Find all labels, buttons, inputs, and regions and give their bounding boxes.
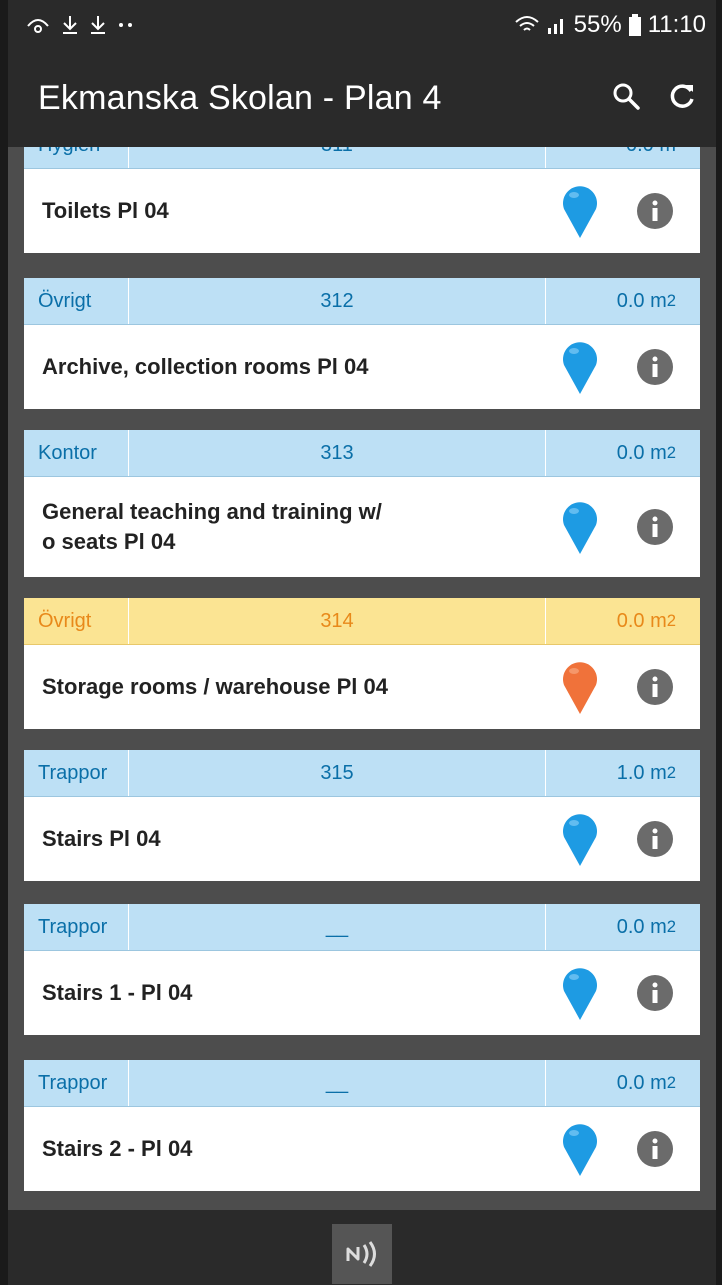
- room-card[interactable]: Trappor 315 1.0 m2 Stairs Pl 04: [24, 750, 700, 881]
- status-bar: 55% 11:10: [8, 0, 716, 50]
- info-icon: [637, 193, 673, 229]
- more-notifications-icon: [116, 20, 136, 30]
- room-number: 314: [320, 609, 354, 632]
- map-pin-icon: [563, 968, 597, 1020]
- room-number: __: [325, 915, 349, 938]
- room-card[interactable]: Kontor 313 0.0 m2 General teaching and t…: [24, 430, 700, 577]
- room-number: 313: [320, 441, 354, 464]
- map-pin-button[interactable]: [550, 965, 610, 1021]
- map-pin-icon: [563, 1124, 597, 1176]
- room-name: Stairs 1 - Pl 04: [42, 980, 193, 1005]
- room-card-header: Trappor __ 0.0 m2: [24, 904, 700, 951]
- map-pin-button[interactable]: [550, 811, 610, 867]
- room-area: 0.0 m2: [545, 278, 700, 324]
- room-type: Trappor: [24, 750, 129, 796]
- clock: 11:10: [647, 11, 706, 38]
- map-pin-button[interactable]: [550, 339, 610, 395]
- info-icon: [637, 349, 673, 385]
- room-area: 0.0 m2: [545, 904, 700, 950]
- room-card[interactable]: Övrigt 312 0.0 m2 Archive, collection ro…: [24, 278, 700, 409]
- app-bar: Ekmanska Skolan - Plan 4: [8, 50, 716, 147]
- map-pin-icon: [563, 814, 597, 866]
- room-area: 1.0 m2: [545, 750, 700, 796]
- room-name: Stairs Pl 04: [42, 826, 161, 851]
- info-icon: [637, 821, 673, 857]
- refresh-icon: [667, 81, 697, 116]
- room-card[interactable]: Hygien 311 0.0 m Toilets Pl 04: [24, 147, 700, 253]
- room-type: Övrigt: [24, 598, 129, 644]
- room-type: Trappor: [24, 904, 129, 950]
- room-card-header: Hygien 311 0.0 m: [24, 147, 700, 169]
- bottom-bar: [8, 1210, 716, 1285]
- page-title: Ekmanska Skolan - Plan 4: [38, 79, 442, 117]
- info-icon: [637, 669, 673, 705]
- room-name: General teaching and training w/ o seats…: [42, 499, 382, 554]
- room-name: Storage rooms / warehouse Pl 04: [42, 674, 389, 699]
- map-pin-button[interactable]: [550, 1121, 610, 1177]
- battery-percent: 55%: [573, 11, 622, 38]
- room-number: 311: [129, 147, 545, 157]
- info-button[interactable]: [610, 509, 700, 545]
- search-button[interactable]: [598, 71, 654, 127]
- room-card-header: Övrigt 314 0.0 m2: [24, 598, 700, 645]
- map-pin-icon: [563, 502, 597, 554]
- room-list[interactable]: Hygien 311 0.0 m Toilets Pl 04 Övrigt 31…: [8, 147, 716, 1210]
- room-type: Kontor: [24, 430, 129, 476]
- wifi-calling-icon: [24, 14, 52, 36]
- info-button[interactable]: [610, 975, 700, 1011]
- search-icon: [611, 81, 641, 116]
- room-card[interactable]: Trappor __ 0.0 m2 Stairs 1 - Pl 04: [24, 904, 700, 1035]
- room-card-body: General teaching and training w/ o seats…: [24, 477, 700, 577]
- info-button[interactable]: [610, 1131, 700, 1167]
- room-name: Archive, collection rooms Pl 04: [42, 354, 369, 379]
- wifi-icon: [514, 14, 540, 36]
- map-pin-button[interactable]: [550, 183, 610, 239]
- room-card-body: Archive, collection rooms Pl 04: [24, 325, 700, 409]
- map-pin-icon: [563, 662, 597, 714]
- download-icon: [88, 14, 108, 36]
- room-number: 312: [320, 289, 354, 312]
- room-card-header: Trappor __ 0.0 m2: [24, 1060, 700, 1107]
- map-pin-button[interactable]: [550, 659, 610, 715]
- room-number: 315: [320, 761, 354, 784]
- room-card-header: Kontor 313 0.0 m2: [24, 430, 700, 477]
- room-card-body: Stairs 1 - Pl 04: [24, 951, 700, 1035]
- info-icon: [637, 1131, 673, 1167]
- room-name: Toilets Pl 04: [42, 198, 169, 223]
- info-icon: [637, 975, 673, 1011]
- room-card-body: Storage rooms / warehouse Pl 04: [24, 645, 700, 729]
- room-card-body: Toilets Pl 04: [24, 169, 700, 253]
- room-card-body: Stairs 2 - Pl 04: [24, 1107, 700, 1191]
- room-name: Stairs 2 - Pl 04: [42, 1136, 193, 1161]
- room-card-selected[interactable]: Övrigt 314 0.0 m2 Storage rooms / wareho…: [24, 598, 700, 729]
- map-pin-icon: [563, 342, 597, 394]
- info-button[interactable]: [610, 349, 700, 385]
- info-icon: [637, 509, 673, 545]
- room-card-header: Trappor 315 1.0 m2: [24, 750, 700, 797]
- refresh-button[interactable]: [654, 71, 710, 127]
- map-pin-button[interactable]: [550, 499, 610, 555]
- map-pin-icon: [563, 186, 597, 238]
- nfc-button[interactable]: [332, 1223, 392, 1284]
- signal-icon: [546, 14, 568, 36]
- room-type: Övrigt: [24, 278, 129, 324]
- room-type: Hygien: [24, 147, 129, 168]
- room-number: __: [325, 1071, 349, 1094]
- room-card-body: Stairs Pl 04: [24, 797, 700, 881]
- room-area: 0.0 m2: [545, 430, 700, 476]
- info-button[interactable]: [610, 193, 700, 229]
- room-area: 0.0 m2: [545, 598, 700, 644]
- battery-icon: [628, 13, 642, 37]
- info-button[interactable]: [610, 669, 700, 705]
- room-area: 0.0 m2: [545, 1060, 700, 1106]
- room-card[interactable]: Trappor __ 0.0 m2 Stairs 2 - Pl 04: [24, 1060, 700, 1191]
- room-type: Trappor: [24, 1060, 129, 1106]
- download-icon: [60, 14, 80, 36]
- room-area: 0.0 m: [545, 147, 700, 168]
- room-card-header: Övrigt 312 0.0 m2: [24, 278, 700, 325]
- nfc-icon: [346, 1240, 376, 1267]
- info-button[interactable]: [610, 821, 700, 857]
